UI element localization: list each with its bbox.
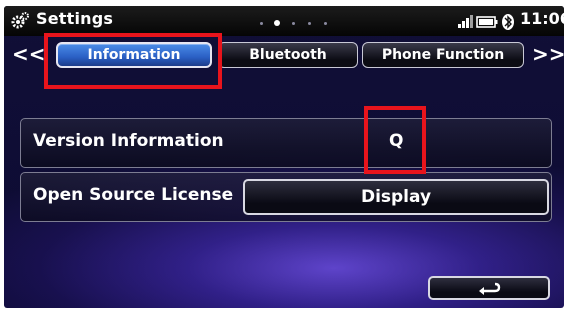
status-icons (458, 14, 514, 30)
battery-icon (476, 16, 498, 28)
tab-phone-function[interactable]: Phone Function (362, 42, 524, 68)
version-information-label: Version Information (33, 131, 224, 151)
status-bar: Settings 11:06 (4, 6, 564, 36)
version-information-row: Version Information Q (20, 118, 552, 168)
previous-page-button[interactable]: << (12, 42, 46, 66)
highlight-box-information-tab (44, 33, 222, 89)
page-dot (324, 22, 327, 25)
signal-icon (458, 15, 473, 28)
open-source-license-row: Open Source License Display (20, 172, 552, 222)
page-dot (260, 22, 263, 25)
page-title: Settings (36, 9, 114, 28)
page-dot (292, 22, 295, 25)
highlight-box-version-value (364, 106, 426, 174)
open-source-license-label: Open Source License (33, 185, 234, 205)
back-arrow-icon (479, 282, 501, 295)
bluetooth-icon (502, 14, 514, 30)
page-indicator (256, 19, 346, 29)
display-button[interactable]: Display (243, 179, 549, 215)
tab-bluetooth[interactable]: Bluetooth (218, 42, 358, 68)
next-page-button[interactable]: >> (532, 42, 564, 66)
back-button[interactable] (428, 276, 550, 300)
gear-icon (11, 12, 29, 29)
page-dot-active (274, 20, 280, 26)
page-dot (308, 22, 311, 25)
clock: 11:06 (520, 9, 564, 28)
